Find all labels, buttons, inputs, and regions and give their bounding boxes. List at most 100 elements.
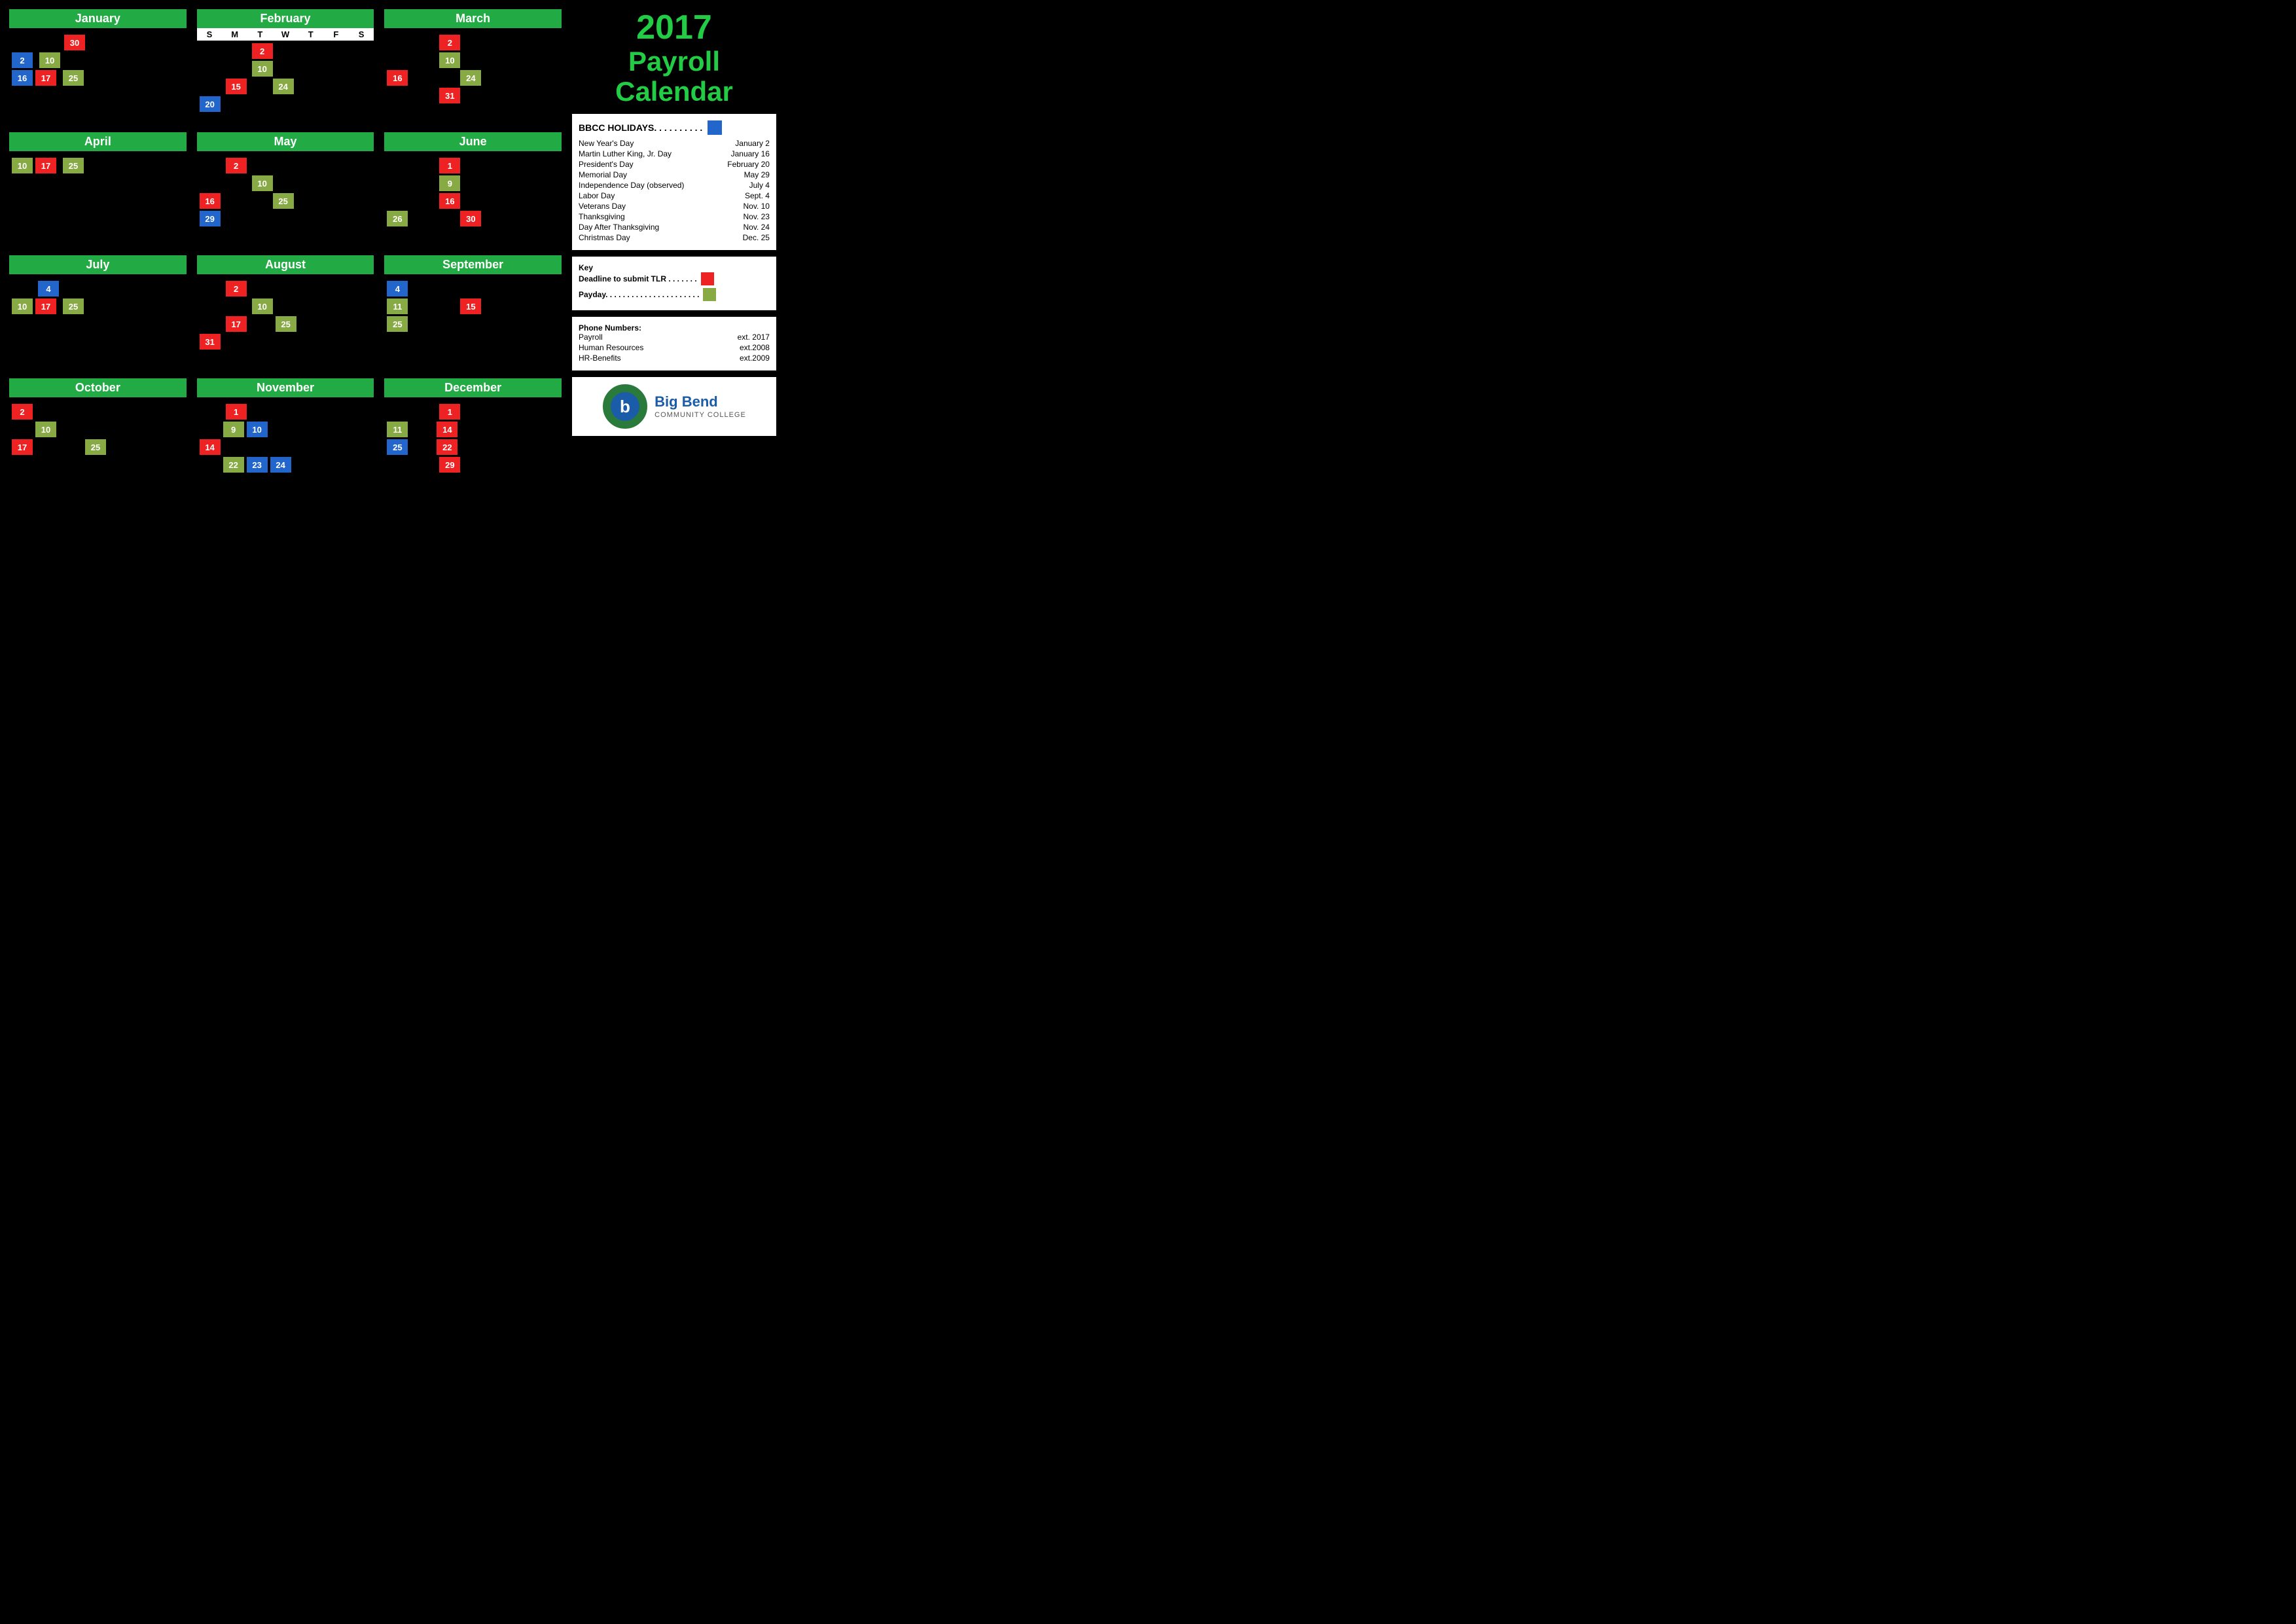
- date-badge: 20: [200, 96, 221, 112]
- date-badge: 10: [252, 175, 273, 191]
- month-october: October 2 10 17 25: [7, 376, 189, 494]
- april-dates: 10 17 25: [9, 155, 187, 234]
- date-badge: 22: [437, 439, 457, 455]
- october-header: October: [9, 378, 187, 397]
- date-badge: 16: [12, 70, 33, 86]
- january-dates: 30 2 10 16 17 25: [9, 32, 187, 111]
- date-badge: 4: [387, 281, 408, 297]
- date-badge: 16: [387, 70, 408, 86]
- phone-hr: Human Resourcesext.2008: [579, 343, 770, 352]
- holiday-presidents: President's DayFebruary 20: [579, 160, 770, 169]
- date-badge: 15: [460, 298, 481, 314]
- february-dates: 2 10 15 24 20: [197, 41, 374, 119]
- date-row: 29: [387, 457, 559, 473]
- date-row: 2: [200, 281, 372, 297]
- month-august: August 2 10 17 25 31: [194, 253, 377, 370]
- date-badge: 17: [35, 70, 56, 86]
- date-row: 26 30: [387, 211, 559, 226]
- date-row: 4: [12, 281, 184, 297]
- date-badge: 9: [439, 175, 460, 191]
- date-badge: 16: [200, 193, 221, 209]
- date-badge: 29: [439, 457, 460, 473]
- date-row: 11 15: [387, 298, 559, 314]
- month-november: November 1 9 10 14 22 23 24: [194, 376, 377, 494]
- date-badge: 17: [35, 158, 56, 173]
- date-badge: 25: [387, 316, 408, 332]
- november-header: November: [197, 378, 374, 397]
- title-line2: Calendar: [572, 77, 776, 107]
- date-badge: 31: [439, 88, 460, 103]
- phone-payroll: Payrollext. 2017: [579, 333, 770, 342]
- september-header: September: [384, 255, 562, 274]
- date-row: 16: [387, 193, 559, 209]
- date-badge: 17: [12, 439, 33, 455]
- date-badge: 10: [12, 158, 33, 173]
- holiday-mlk: Martin Luther King, Jr. DayJanuary 16: [579, 149, 770, 158]
- march-dates: 2 10 16 24 31: [384, 32, 562, 111]
- date-badge: 16: [439, 193, 460, 209]
- date-badge: 1: [226, 404, 247, 420]
- date-row: 15 24: [200, 79, 372, 94]
- august-dates: 2 10 17 25 31: [197, 278, 374, 357]
- august-header: August: [197, 255, 374, 274]
- date-badge: 24: [273, 79, 294, 94]
- date-badge: 17: [35, 298, 56, 314]
- phone-box: Phone Numbers: Payrollext. 2017 Human Re…: [572, 317, 776, 370]
- date-badge: 11: [387, 422, 408, 437]
- date-row: 2: [200, 158, 372, 173]
- date-badge: 25: [276, 316, 296, 332]
- holiday-independence: Independence Day (observed)July 4: [579, 181, 770, 190]
- date-badge: 14: [437, 422, 457, 437]
- date-row: 2 10: [12, 52, 184, 68]
- date-badge: 2: [12, 404, 33, 420]
- date-badge: 10: [247, 422, 268, 437]
- date-row: 10: [200, 61, 372, 77]
- date-badge: 17: [226, 316, 247, 332]
- may-dates: 2 10 16 25 29: [197, 155, 374, 234]
- date-badge: 2: [226, 158, 247, 173]
- date-badge: 26: [387, 211, 408, 226]
- date-badge: 1: [439, 158, 460, 173]
- date-row: 2: [12, 404, 184, 420]
- january-header: January: [9, 9, 187, 28]
- date-badge: 10: [12, 298, 33, 314]
- date-row: 10: [12, 422, 184, 437]
- logo-sub: COMMUNITY COLLEGE: [655, 411, 746, 419]
- date-badge: 30: [460, 211, 481, 226]
- date-row: 17 25: [200, 316, 372, 332]
- holiday-memorial: Memorial DayMay 29: [579, 170, 770, 179]
- logo-svg: b: [602, 384, 648, 429]
- month-january: January 30 2 10 16 17 25: [7, 7, 189, 124]
- date-badge: 24: [460, 70, 481, 86]
- october-dates: 2 10 17 25: [9, 401, 187, 480]
- date-badge: 10: [39, 52, 60, 68]
- date-badge: 14: [200, 439, 221, 455]
- date-badge: 10: [35, 422, 56, 437]
- date-row: 22 23 24: [200, 457, 372, 473]
- date-badge: 4: [38, 281, 59, 297]
- title-year: 2017: [572, 9, 776, 46]
- key-payday: Payday. . . . . . . . . . . . . . . . . …: [579, 288, 770, 301]
- december-dates: 1 11 14 25 22 29: [384, 401, 562, 480]
- june-header: June: [384, 132, 562, 151]
- holiday-veterans: Veterans DayNov. 10: [579, 202, 770, 211]
- date-badge: 10: [252, 298, 273, 314]
- holidays-title: BBCC HOLIDAYS. . . . . . . . . .: [579, 120, 770, 135]
- phone-hr-benefits: HR-Benefitsext.2009: [579, 353, 770, 363]
- right-panel: 2017 Payroll Calendar BBCC HOLIDAYS. . .…: [569, 7, 779, 494]
- holidays-label: BBCC HOLIDAYS. . . . . . . . . .: [579, 122, 702, 133]
- date-row: 25: [387, 316, 559, 332]
- logo-icon: b: [602, 384, 648, 429]
- month-december: December 1 11 14 25 22 29: [382, 376, 564, 494]
- key-deadline: Deadline to submit TLR . . . . . . .: [579, 272, 770, 285]
- holiday-christmas: Christmas DayDec. 25: [579, 233, 770, 242]
- date-badge: 15: [226, 79, 247, 94]
- date-badge: 2: [226, 281, 247, 297]
- date-row: 17 25: [12, 439, 184, 455]
- date-badge: 10: [439, 52, 460, 68]
- date-badge: 2: [12, 52, 33, 68]
- date-badge: 25: [387, 439, 408, 455]
- phone-title: Phone Numbers:: [579, 323, 770, 333]
- july-header: July: [9, 255, 187, 274]
- date-row: 2: [200, 43, 372, 59]
